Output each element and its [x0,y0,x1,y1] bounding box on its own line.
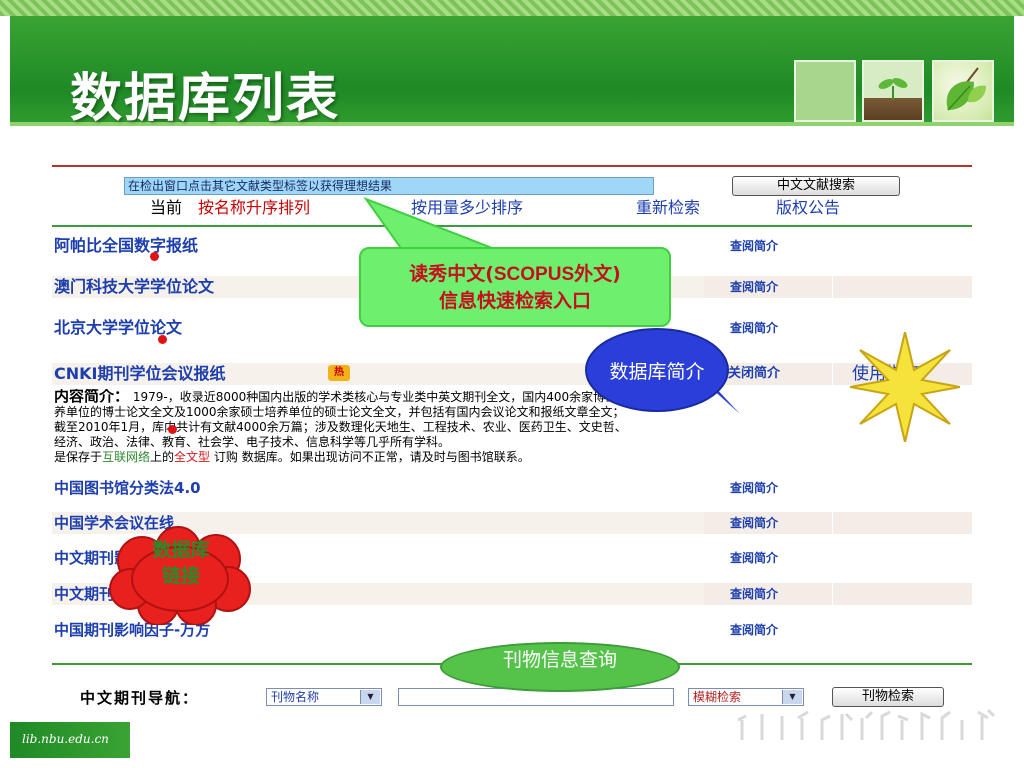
marker-dot [168,425,177,434]
view-intro-link[interactable]: 查阅简介 [730,621,778,639]
journal-info-callout: 刊物信息查询 [440,642,680,692]
marker-dot [150,252,159,261]
journal-search-button[interactable]: 刊物检索 [832,687,944,707]
cloud-text-1: 数据库 [152,539,210,561]
duxiu-scopus-callout: 读秀中文(SCOPUS外文) 信息快速检索入口 [359,247,671,327]
sort-prefix: 当前 [150,198,183,217]
view-intro-link[interactable]: 查阅简介 [730,514,778,532]
table-row: CNKI期刊学位会议报纸 热 关闭简介 使用指南 [52,363,972,385]
callout-green-scopus: SCOPUS [493,264,575,285]
cnki-intro-text: 内容简介： 1979-，收录近8000种国内出版的学术类核心与专业类中英文期刊全… [54,389,964,465]
database-intro-callout: 数据库简介 [585,328,729,412]
database-link-clc[interactable]: 中国图书馆分类法4.0 [54,477,201,499]
database-link-apabi[interactable]: 阿帕比全国数字报纸 [54,235,198,257]
sprout-icon [878,78,908,100]
leaf-image [932,60,994,122]
chevron-down-icon[interactable]: ▼ [782,690,802,704]
view-intro-link[interactable]: 查阅简介 [730,278,778,296]
view-intro-link[interactable]: 查阅简介 [730,479,778,497]
match-mode-select[interactable]: 模糊检索 ▼ [688,688,804,706]
star-burst-icon [850,332,960,442]
database-link-callout: 数据库 链接 [108,537,254,589]
match-mode-value: 模糊检索 [693,690,742,704]
callout-green-text-1: 读秀中文( [409,263,494,285]
sort-by-name-link[interactable]: 按名称升序排列 [198,198,310,218]
fulltext-type-link[interactable]: 全文型 [174,450,210,464]
intro-line-5-mid: 上的 [150,450,175,464]
chevron-down-icon[interactable]: ▼ [360,690,380,704]
intro-label: 内容简介： [54,389,130,405]
re-search-link[interactable]: 重新检索 [636,198,700,218]
nav-divider [52,225,972,227]
intro-line-1: 1979-，收录近8000种国内出版的学术类核心与专业类中英文期刊全文，国内40… [132,390,630,404]
intro-line-2: 养单位的博士论文全文及1000余家硕士培养单位的硕士论文全文，并包括有国内会议论… [54,405,625,419]
slide-title: 数据库列表 [70,69,341,129]
journal-nav-label: 中文期刊导航： [80,689,200,707]
decorative-green-square [794,60,856,122]
field-select[interactable]: 刊物名称 ▼ [266,688,382,706]
database-link-cnki[interactable]: CNKI期刊学位会议报纸 [54,363,226,385]
chinese-literature-search-button[interactable]: 中文文献搜索 [732,176,900,196]
database-link-macau-thesis[interactable]: 澳门科技大学学位论文 [54,276,214,298]
view-intro-link[interactable]: 查阅简介 [730,585,778,603]
decorative-top-strip [0,0,1024,16]
callout-green-text-3: 信息快速检索入口 [438,290,591,312]
intro-line-3: 截至2010年1月，库内共计有文献4000余万篇；涉及数理化天地生、工程技术、农… [54,420,627,434]
view-intro-link[interactable]: 查阅简介 [730,319,778,337]
intro-line-4: 经济、政治、法律、教育、社会学、电子技术、信息科学等几乎所有学科。 [54,435,451,449]
copyright-link[interactable]: 版权公告 [776,198,840,218]
footer-url: lib.nbu.edu.cn [22,732,109,746]
sprout-image [862,60,924,122]
grass-decoration-icon [737,708,996,740]
internet-link[interactable]: 互联网络 [102,450,150,464]
view-intro-link[interactable]: 查阅简介 [730,549,778,567]
leaf-icon [946,67,986,111]
callout-green-text-2: 外文) [574,263,621,285]
hot-badge-icon: 热 [328,365,350,381]
intro-line-5-start: 是保存于 [54,450,103,464]
intro-line-5-end: 订购 数据库。如果出现访问不正常，请及时与图书馆联系。 [210,450,530,464]
table-row: 中国图书馆分类法4.0 查阅简介 [52,477,972,499]
top-divider [52,165,972,167]
view-intro-link[interactable]: 查阅简介 [730,237,778,255]
marker-dot [158,335,167,344]
title-band: 数据库列表 [10,16,1014,129]
hint-text-field[interactable]: 在检出窗口点击其它文献类型标签以获得理想结果 [124,177,654,195]
cloud-text-2: 链接 [161,565,200,587]
field-select-value: 刊物名称 [271,690,320,704]
